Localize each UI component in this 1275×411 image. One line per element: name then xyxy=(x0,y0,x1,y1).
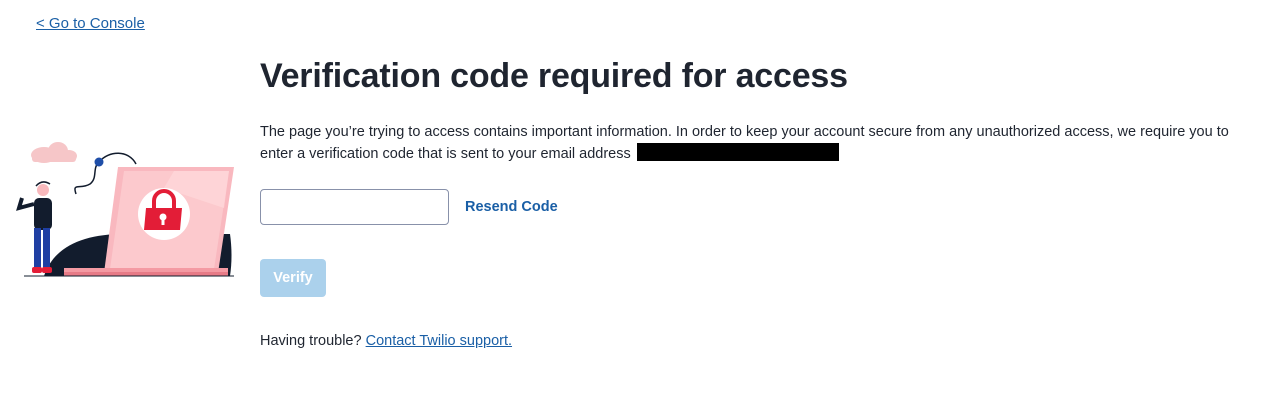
go-to-console-link[interactable]: < Go to Console xyxy=(36,15,145,32)
description-text: The page you’re trying to access contain… xyxy=(260,122,1260,165)
resend-code-link[interactable]: Resend Code xyxy=(465,199,558,215)
verification-code-input[interactable] xyxy=(260,189,449,225)
verification-page: < Go to Console Verification code requir… xyxy=(0,0,1275,411)
help-text: Having trouble? Contact Twilio support. xyxy=(260,333,1260,349)
person-icon xyxy=(16,181,52,273)
main-content: Verification code required for access Th… xyxy=(260,52,1260,349)
cloud-icon xyxy=(31,142,77,163)
verify-button[interactable]: Verify xyxy=(260,259,326,297)
help-prefix: Having trouble? xyxy=(260,333,362,349)
contact-support-link[interactable]: Contact Twilio support. xyxy=(366,333,512,349)
page-title: Verification code required for access xyxy=(260,57,848,95)
laptop-lock-icon xyxy=(16,142,234,277)
code-row: Resend Code xyxy=(260,189,1260,225)
redacted-email xyxy=(636,143,839,161)
